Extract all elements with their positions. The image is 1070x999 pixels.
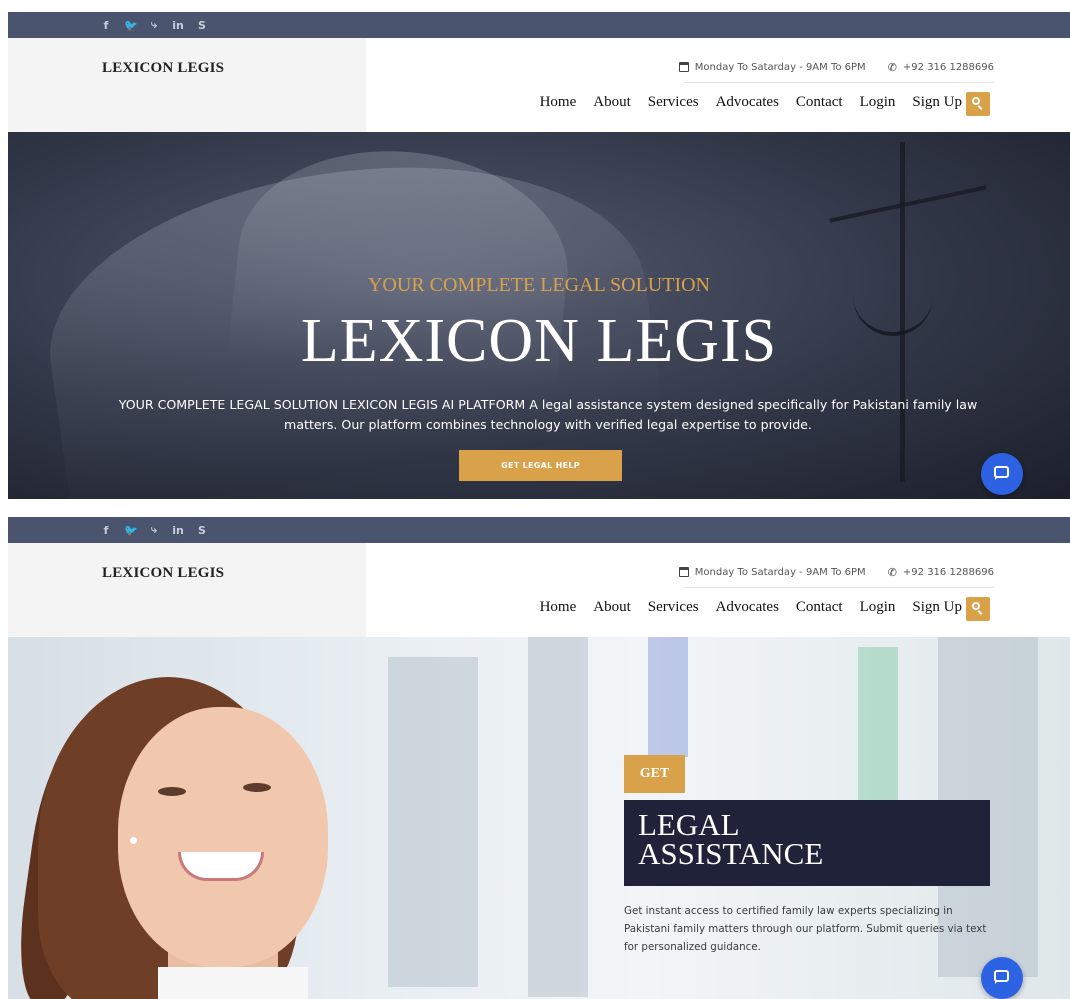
hours-info: Monday To Satarday - 9AM To 6PM [678,61,866,73]
hero-description: YOUR COMPLETE LEGAL SOLUTION LEXICON LEG… [118,397,978,432]
phone-text[interactable]: +92 316 1288696 [903,567,994,578]
hero-subtitle: YOUR COMPLETE LEGAL SOLUTION [367,274,710,296]
header-info: Monday To Satarday - 9AM To 6PM ✆ +92 31… [678,60,994,74]
site-logo[interactable]: LEXICON LEGIS [102,60,224,77]
rss-icon[interactable]: ⤷ [148,523,160,537]
screenshot-hero-slide-1: f 🐦 ⤷ in S LEXICON LEGIS Monday To Satar… [8,12,1070,499]
nav-advocates[interactable]: Advocates [716,599,779,616]
search-icon [972,602,980,610]
skype-icon[interactable]: S [196,19,208,32]
search-icon [972,97,980,105]
phone-icon: ✆ [887,565,897,579]
calendar-icon [678,62,689,72]
twitter-icon[interactable]: 🐦 [124,524,138,537]
logo-panel: LEXICON LEGIS [8,543,366,637]
nav-about[interactable]: About [593,599,631,616]
site-header: LEXICON LEGIS Monday To Satarday - 9AM T… [8,38,1070,133]
hero-banner: GET LEGAL ASSISTANCE Get instant access … [8,637,1070,999]
site-logo[interactable]: LEXICON LEGIS [102,565,224,582]
skype-icon[interactable]: S [196,524,208,537]
logo-panel: LEXICON LEGIS [8,38,366,132]
hero-title: LEXICON LEGIS [300,307,778,375]
top-bar: f 🐦 ⤷ in S [8,517,1070,543]
calendar-icon [678,567,689,577]
hours-text: Monday To Satarday - 9AM To 6PM [694,566,866,578]
hero-banner: YOUR COMPLETE LEGAL SOLUTION LEXICON LEG… [8,132,1070,499]
phone-icon: ✆ [887,60,897,74]
header-info: Monday To Satarday - 9AM To 6PM ✆ +92 31… [678,565,994,579]
screenshot-hero-slide-2: f 🐦 ⤷ in S LEXICON LEGIS Monday To Satar… [8,517,1070,999]
nav-advocates[interactable]: Advocates [716,94,779,111]
header-divider [684,587,994,588]
chat-button[interactable] [981,957,1023,999]
header-divider [684,82,994,83]
rss-icon[interactable]: ⤷ [148,18,160,32]
get-legal-help-button[interactable]: GET LEGAL HELP [459,450,622,481]
facebook-icon[interactable]: f [100,524,112,537]
hours-info: Monday To Satarday - 9AM To 6PM [678,566,866,578]
nav-signup[interactable]: Sign Up [912,94,962,111]
nav-contact[interactable]: Contact [796,599,843,616]
nav-home[interactable]: Home [540,599,577,616]
social-links: f 🐦 ⤷ in S [100,12,208,38]
phone-info: ✆ +92 316 1288696 [888,61,994,74]
nav-services[interactable]: Services [648,94,699,111]
site-header: LEXICON LEGIS Monday To Satarday - 9AM T… [8,543,1070,638]
hero-title-box: LEGAL ASSISTANCE [624,800,990,886]
hero-tag: GET [624,755,685,793]
nav-home[interactable]: Home [540,94,577,111]
social-links: f 🐦 ⤷ in S [100,517,208,543]
main-nav: Home About Services Advocates Contact Lo… [540,599,962,616]
nav-signup[interactable]: Sign Up [912,599,962,616]
hours-text: Monday To Satarday - 9AM To 6PM [694,61,866,73]
main-nav: Home About Services Advocates Contact Lo… [540,94,962,111]
phone-text[interactable]: +92 316 1288696 [903,62,994,73]
chat-button[interactable] [981,453,1023,495]
twitter-icon[interactable]: 🐦 [124,19,138,32]
phone-info: ✆ +92 316 1288696 [888,566,994,579]
hero-description: Get instant access to certified family l… [624,905,987,953]
nav-login[interactable]: Login [860,599,896,616]
hero-title-line1: LEGAL [638,807,740,842]
nav-login[interactable]: Login [860,94,896,111]
linkedin-icon[interactable]: in [172,19,184,32]
search-button[interactable] [966,92,990,116]
nav-contact[interactable]: Contact [796,94,843,111]
nav-about[interactable]: About [593,94,631,111]
top-bar: f 🐦 ⤷ in S [8,12,1070,38]
linkedin-icon[interactable]: in [172,524,184,537]
hero-title-line2: ASSISTANCE [638,836,824,871]
search-button[interactable] [966,597,990,621]
nav-services[interactable]: Services [648,599,699,616]
facebook-icon[interactable]: f [100,19,112,32]
